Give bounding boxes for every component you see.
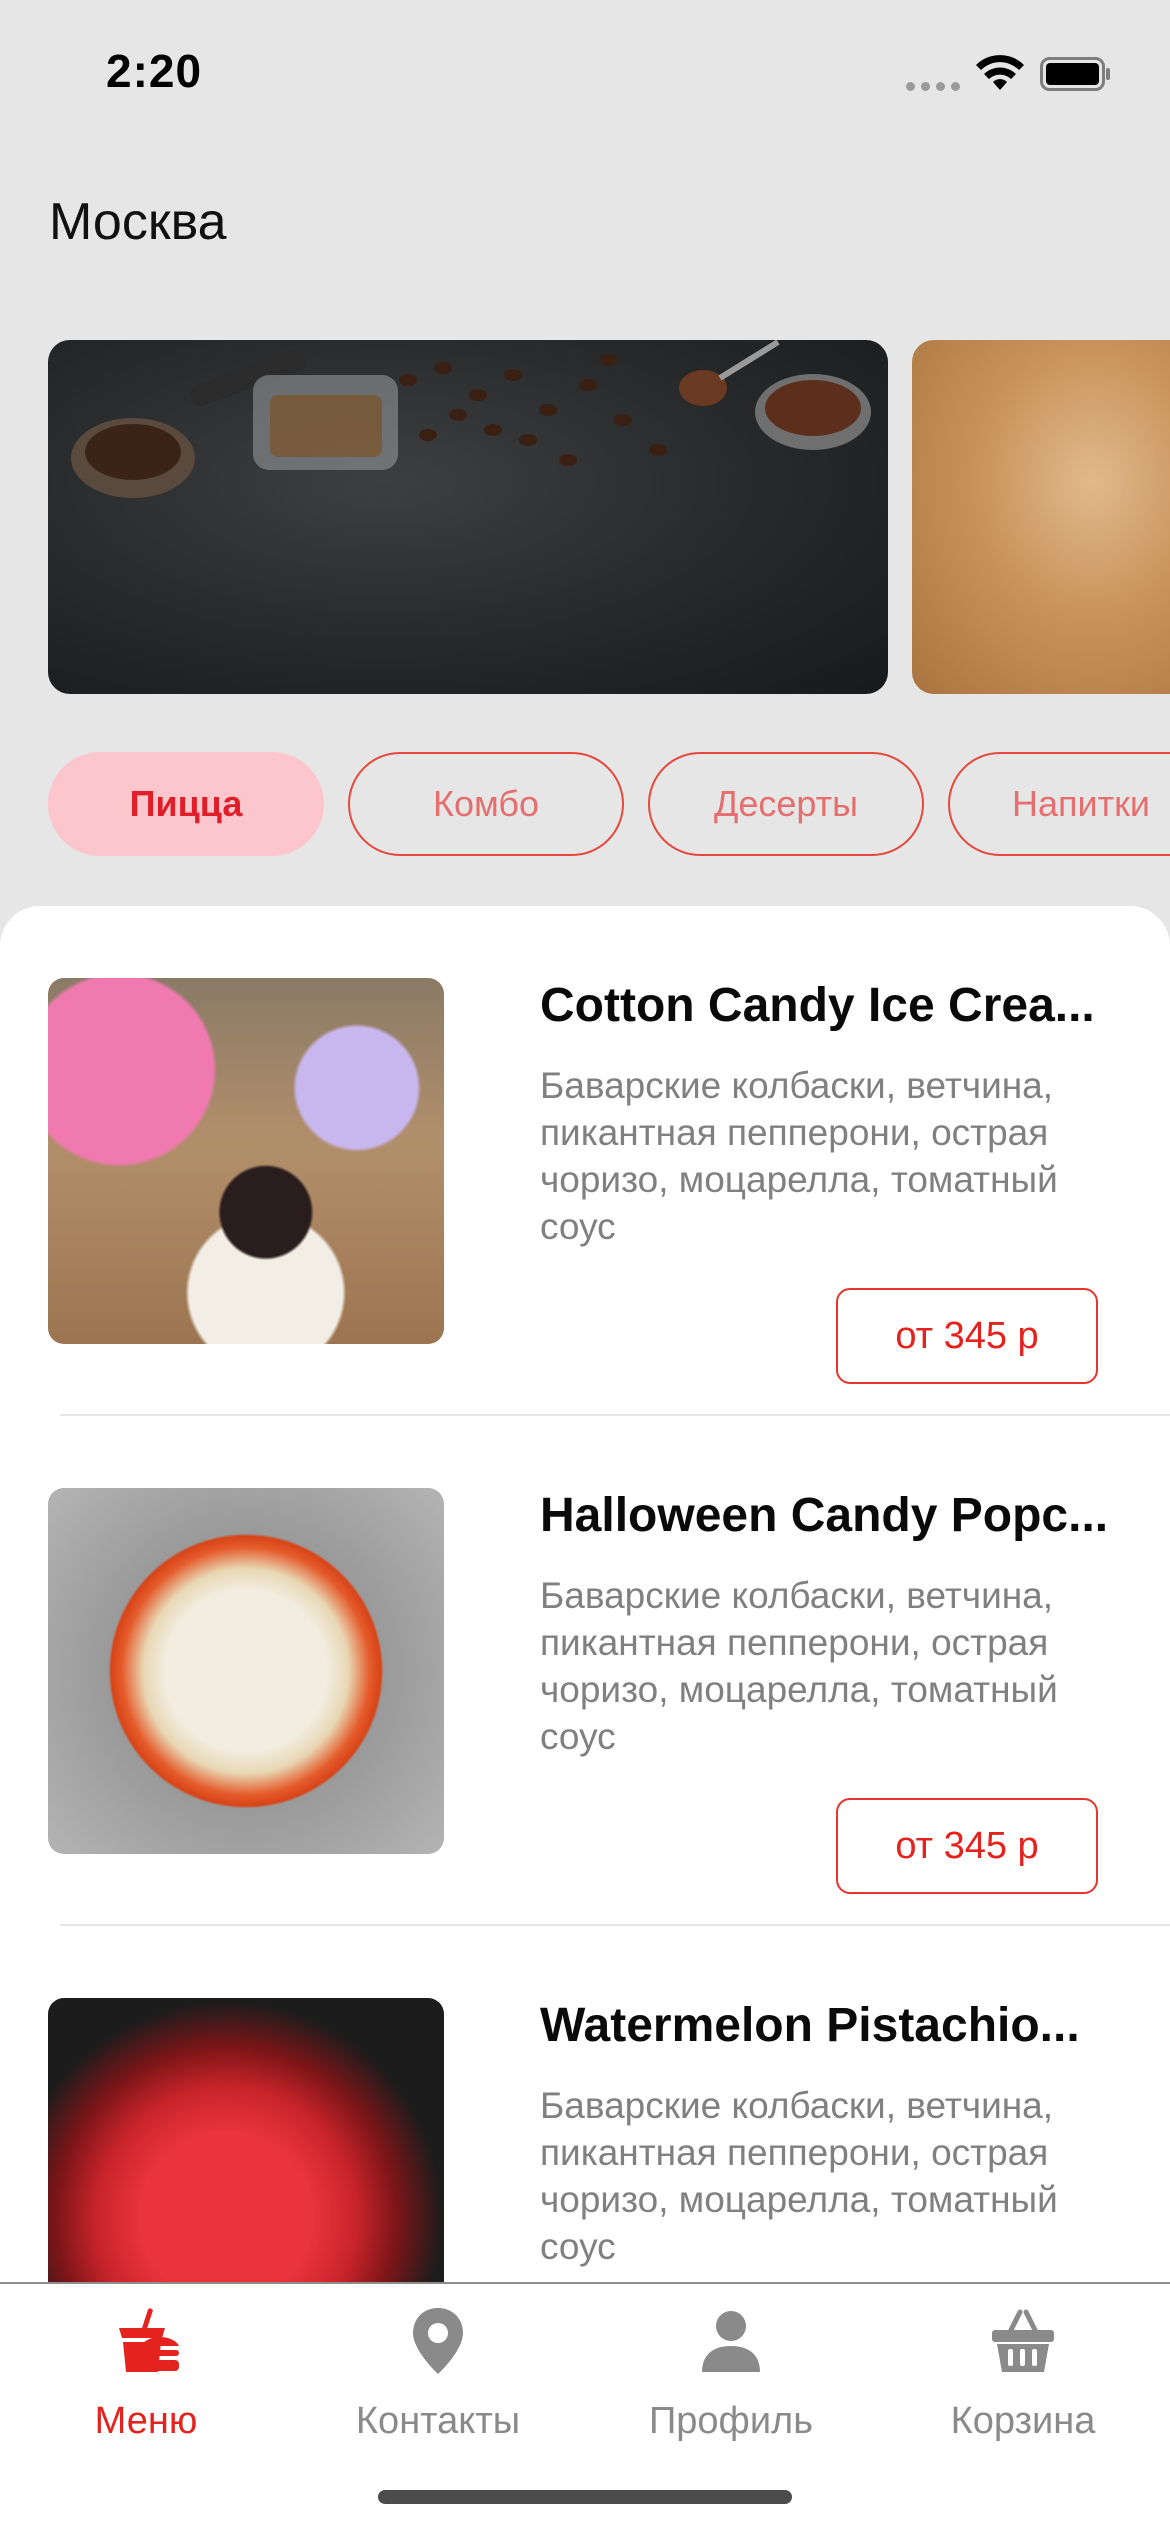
tab-cart[interactable]: Корзина	[877, 2302, 1169, 2452]
category-combo[interactable]: Комбо	[348, 752, 624, 856]
battery-icon	[1040, 57, 1110, 91]
divider	[60, 1414, 1170, 1416]
tab-label: Контакты	[355, 2400, 521, 2442]
promo-carousel[interactable]	[0, 340, 1170, 696]
person-icon	[702, 2311, 760, 2372]
tab-contacts[interactable]: Контакты	[292, 2302, 584, 2452]
divider	[60, 1924, 1170, 1926]
cellular-signal-icon	[906, 82, 960, 91]
status-bar: 2:20	[0, 0, 1170, 140]
price-button[interactable]: от 345 р	[836, 1798, 1098, 1894]
coffee-banner[interactable]	[48, 340, 888, 694]
product-image[interactable]	[48, 1488, 444, 1854]
tab-label: Профиль	[648, 2400, 814, 2442]
tab-profile[interactable]: Профиль	[585, 2302, 877, 2452]
food-icon	[119, 2308, 179, 2372]
wifi-icon	[976, 55, 1024, 90]
tab-label: Корзина	[950, 2400, 1096, 2442]
city-selector[interactable]: Москва	[49, 192, 227, 252]
coffee-illustration	[71, 340, 871, 498]
pastry-banner[interactable]	[912, 340, 1170, 694]
product-image[interactable]	[48, 1998, 444, 2286]
product-image[interactable]	[48, 978, 444, 1344]
basket-icon	[992, 2309, 1054, 2372]
tab-menu[interactable]: Меню	[0, 2302, 292, 2452]
home-indicator[interactable]	[378, 2490, 792, 2504]
status-time: 2:20	[106, 45, 203, 97]
list-item[interactable]: Halloween Candy Popc... Баварские колбас…	[0, 1488, 1170, 1998]
product-description: Баварские колбаски, ветчина, пикантная п…	[540, 2085, 1058, 2267]
category-tabs: Пицца Комбо Десерты Напитки	[0, 752, 1170, 858]
list-item[interactable]: Cotton Candy Ice Crea... Баварские колба…	[0, 978, 1170, 1488]
product-name: Cotton Candy Ice Crea...	[540, 979, 1095, 1032]
product-description: Баварские колбаски, ветчина, пикантная п…	[540, 1065, 1058, 1247]
product-name: Watermelon Pistachio...	[540, 1999, 1080, 2052]
price-button[interactable]: от 345 р	[836, 1288, 1098, 1384]
product-name: Halloween Candy Popc...	[540, 1489, 1109, 1542]
tab-label: Меню	[94, 2400, 198, 2442]
category-drinks[interactable]: Напитки	[948, 752, 1170, 856]
category-desserts[interactable]: Десерты	[648, 752, 924, 856]
list-item[interactable]: Watermelon Pistachio... Баварские колбас…	[0, 1998, 1170, 2286]
product-description: Баварские колбаски, ветчина, пикантная п…	[540, 1575, 1058, 1757]
location-pin-icon	[413, 2308, 463, 2374]
category-pizza[interactable]: Пицца	[48, 752, 324, 856]
product-list[interactable]: Cotton Candy Ice Crea... Баварские колба…	[0, 906, 1170, 2286]
